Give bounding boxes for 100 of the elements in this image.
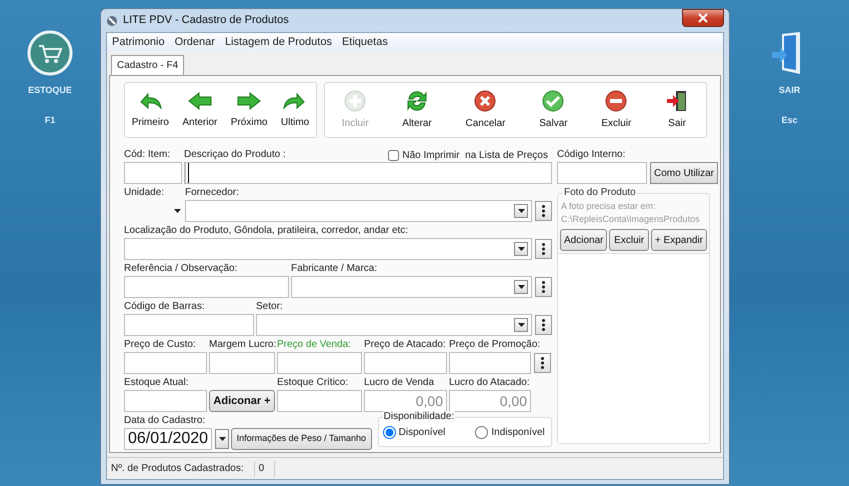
more-button[interactable]: [535, 277, 552, 297]
menu-item[interactable]: Patrimonio: [107, 34, 170, 50]
checkbox[interactable]: [388, 150, 400, 160]
dropdown-button[interactable]: [215, 429, 229, 449]
text-field[interactable]: [449, 352, 531, 374]
shortcut-label[interactable]: ESTOQUE: [28, 84, 72, 98]
field-label: Preço de Venda:: [277, 338, 351, 352]
more-icon: [542, 319, 545, 331]
plus-icon: [343, 89, 368, 113]
radio-label: Disponível: [398, 426, 446, 440]
check-icon: [541, 89, 566, 113]
action-button[interactable]: Adiconar +: [209, 390, 275, 412]
shortcut-key: Esc: [781, 114, 798, 127]
toolbar-button[interactable]: Primeiro: [132, 90, 169, 130]
dropdown-button[interactable]: [514, 242, 528, 256]
close-button[interactable]: [682, 9, 724, 27]
more-button[interactable]: [534, 353, 551, 373]
field-label: Setor:: [256, 300, 283, 314]
field-label: Estoque Atual:: [124, 376, 188, 390]
menu-item[interactable]: Ordenar: [170, 34, 220, 50]
photo-button[interactable]: Adcionar: [560, 229, 608, 251]
radio-button[interactable]: [475, 426, 488, 438]
cart-icon: [27, 30, 73, 76]
field-label: Localização do Produto, Gôndola, pratileira, corredor, andar etc:: [124, 224, 408, 238]
hint-text: C:\RepleisConta\ImagensProdutos: [561, 213, 701, 226]
caret-icon: [518, 323, 524, 327]
field-label: Preço de Custo:: [124, 338, 196, 352]
toolbar-button[interactable]: Salvar: [539, 89, 568, 131]
number-field[interactable]: 0,00: [449, 390, 531, 412]
dropdown-button[interactable]: [514, 318, 528, 332]
text-field[interactable]: [124, 276, 289, 298]
text-field[interactable]: [209, 352, 275, 374]
help-button[interactable]: Como Utilizar: [650, 162, 718, 184]
caret-icon: [518, 209, 524, 213]
dropdown-button[interactable]: [514, 204, 528, 218]
combo-field[interactable]: [291, 276, 532, 298]
more-button[interactable]: [535, 315, 552, 335]
toolbar-button[interactable]: Excluir: [601, 89, 632, 131]
field-label: Lucro do Atacado:: [449, 376, 530, 390]
toolbar-button[interactable]: Próximo: [230, 90, 268, 130]
text-field[interactable]: [124, 162, 182, 184]
radio-label: Indisponível: [491, 426, 545, 440]
number-field[interactable]: 0,00: [364, 390, 447, 412]
field-label: Descriçao do Produto :: [184, 148, 286, 162]
photo-button[interactable]: Excluir: [609, 229, 649, 251]
group-label: Disponibilidade:: [382, 411, 456, 423]
left-arrow-icon: [186, 90, 213, 112]
more-icon: [542, 281, 545, 293]
field-label: Estoque Crítico:: [277, 376, 348, 390]
more-icon: [541, 357, 544, 369]
combo-field[interactable]: [124, 238, 532, 260]
field-label: Fabricante / Marca:: [291, 262, 378, 276]
text-field[interactable]: [124, 352, 207, 374]
text-field[interactable]: [557, 162, 647, 184]
checkbox-label: Não Imprimir na Lista de Preços: [402, 148, 548, 162]
action-button[interactable]: Informações de Peso / Tamanho: [231, 428, 372, 450]
status-text: 0: [254, 460, 276, 476]
text-field[interactable]: [364, 352, 447, 374]
text-field[interactable]: [124, 314, 254, 336]
more-icon: [542, 205, 545, 217]
close-icon: [698, 13, 708, 23]
date-field[interactable]: 06/01/2020: [124, 428, 212, 450]
toolbar-button[interactable]: Alterar: [402, 89, 432, 131]
toolbar-button[interactable]: Sair: [665, 89, 690, 131]
app-icon: [106, 14, 118, 26]
text-field[interactable]: [277, 390, 362, 412]
field-label: Lucro de Venda: [364, 376, 434, 390]
menu-item[interactable]: Etiquetas: [336, 34, 393, 50]
text-field[interactable]: [124, 390, 207, 412]
window-title: LITE PDV - Cadastro de Produtos: [123, 13, 289, 28]
hint-text: A foto precisa estar em:: [561, 200, 657, 213]
menu-item[interactable]: Listagem de Produtos: [220, 34, 337, 50]
field-label: Código Interno:: [557, 148, 626, 162]
dropdown-button[interactable]: [514, 280, 528, 294]
minus-icon: [604, 89, 628, 113]
cancel-icon: [473, 89, 498, 113]
text-field[interactable]: [184, 162, 552, 184]
more-icon: [542, 243, 545, 255]
combo-field[interactable]: [256, 314, 532, 336]
shortcut-label[interactable]: SAIR: [778, 84, 800, 98]
field-label: Preço de Atacado:: [364, 338, 446, 352]
field-label: Referência / Observação:: [124, 262, 238, 276]
more-button[interactable]: [535, 201, 552, 221]
photo-button[interactable]: + Expandir: [650, 229, 707, 251]
toolbar-button[interactable]: Ultimo: [280, 90, 310, 130]
field-label: Unidade:: [124, 186, 164, 200]
combo-field[interactable]: [185, 200, 532, 222]
field-label: Margem Lucro:: [209, 338, 276, 352]
shortcut-key: F1: [44, 114, 56, 127]
more-button[interactable]: [535, 239, 552, 259]
right-arrow-icon: [236, 90, 262, 112]
caret-icon: [518, 285, 524, 289]
toolbar-button[interactable]: Anterior: [182, 90, 218, 130]
caret-icon: [218, 437, 226, 441]
text-field[interactable]: [277, 352, 362, 374]
radio-button[interactable]: [382, 426, 396, 438]
caret-icon: [518, 247, 524, 251]
tab[interactable]: Cadastro - F4: [111, 55, 184, 75]
field-label: Cód: Item:: [124, 148, 170, 162]
toolbar-button[interactable]: Cancelar: [465, 89, 506, 131]
